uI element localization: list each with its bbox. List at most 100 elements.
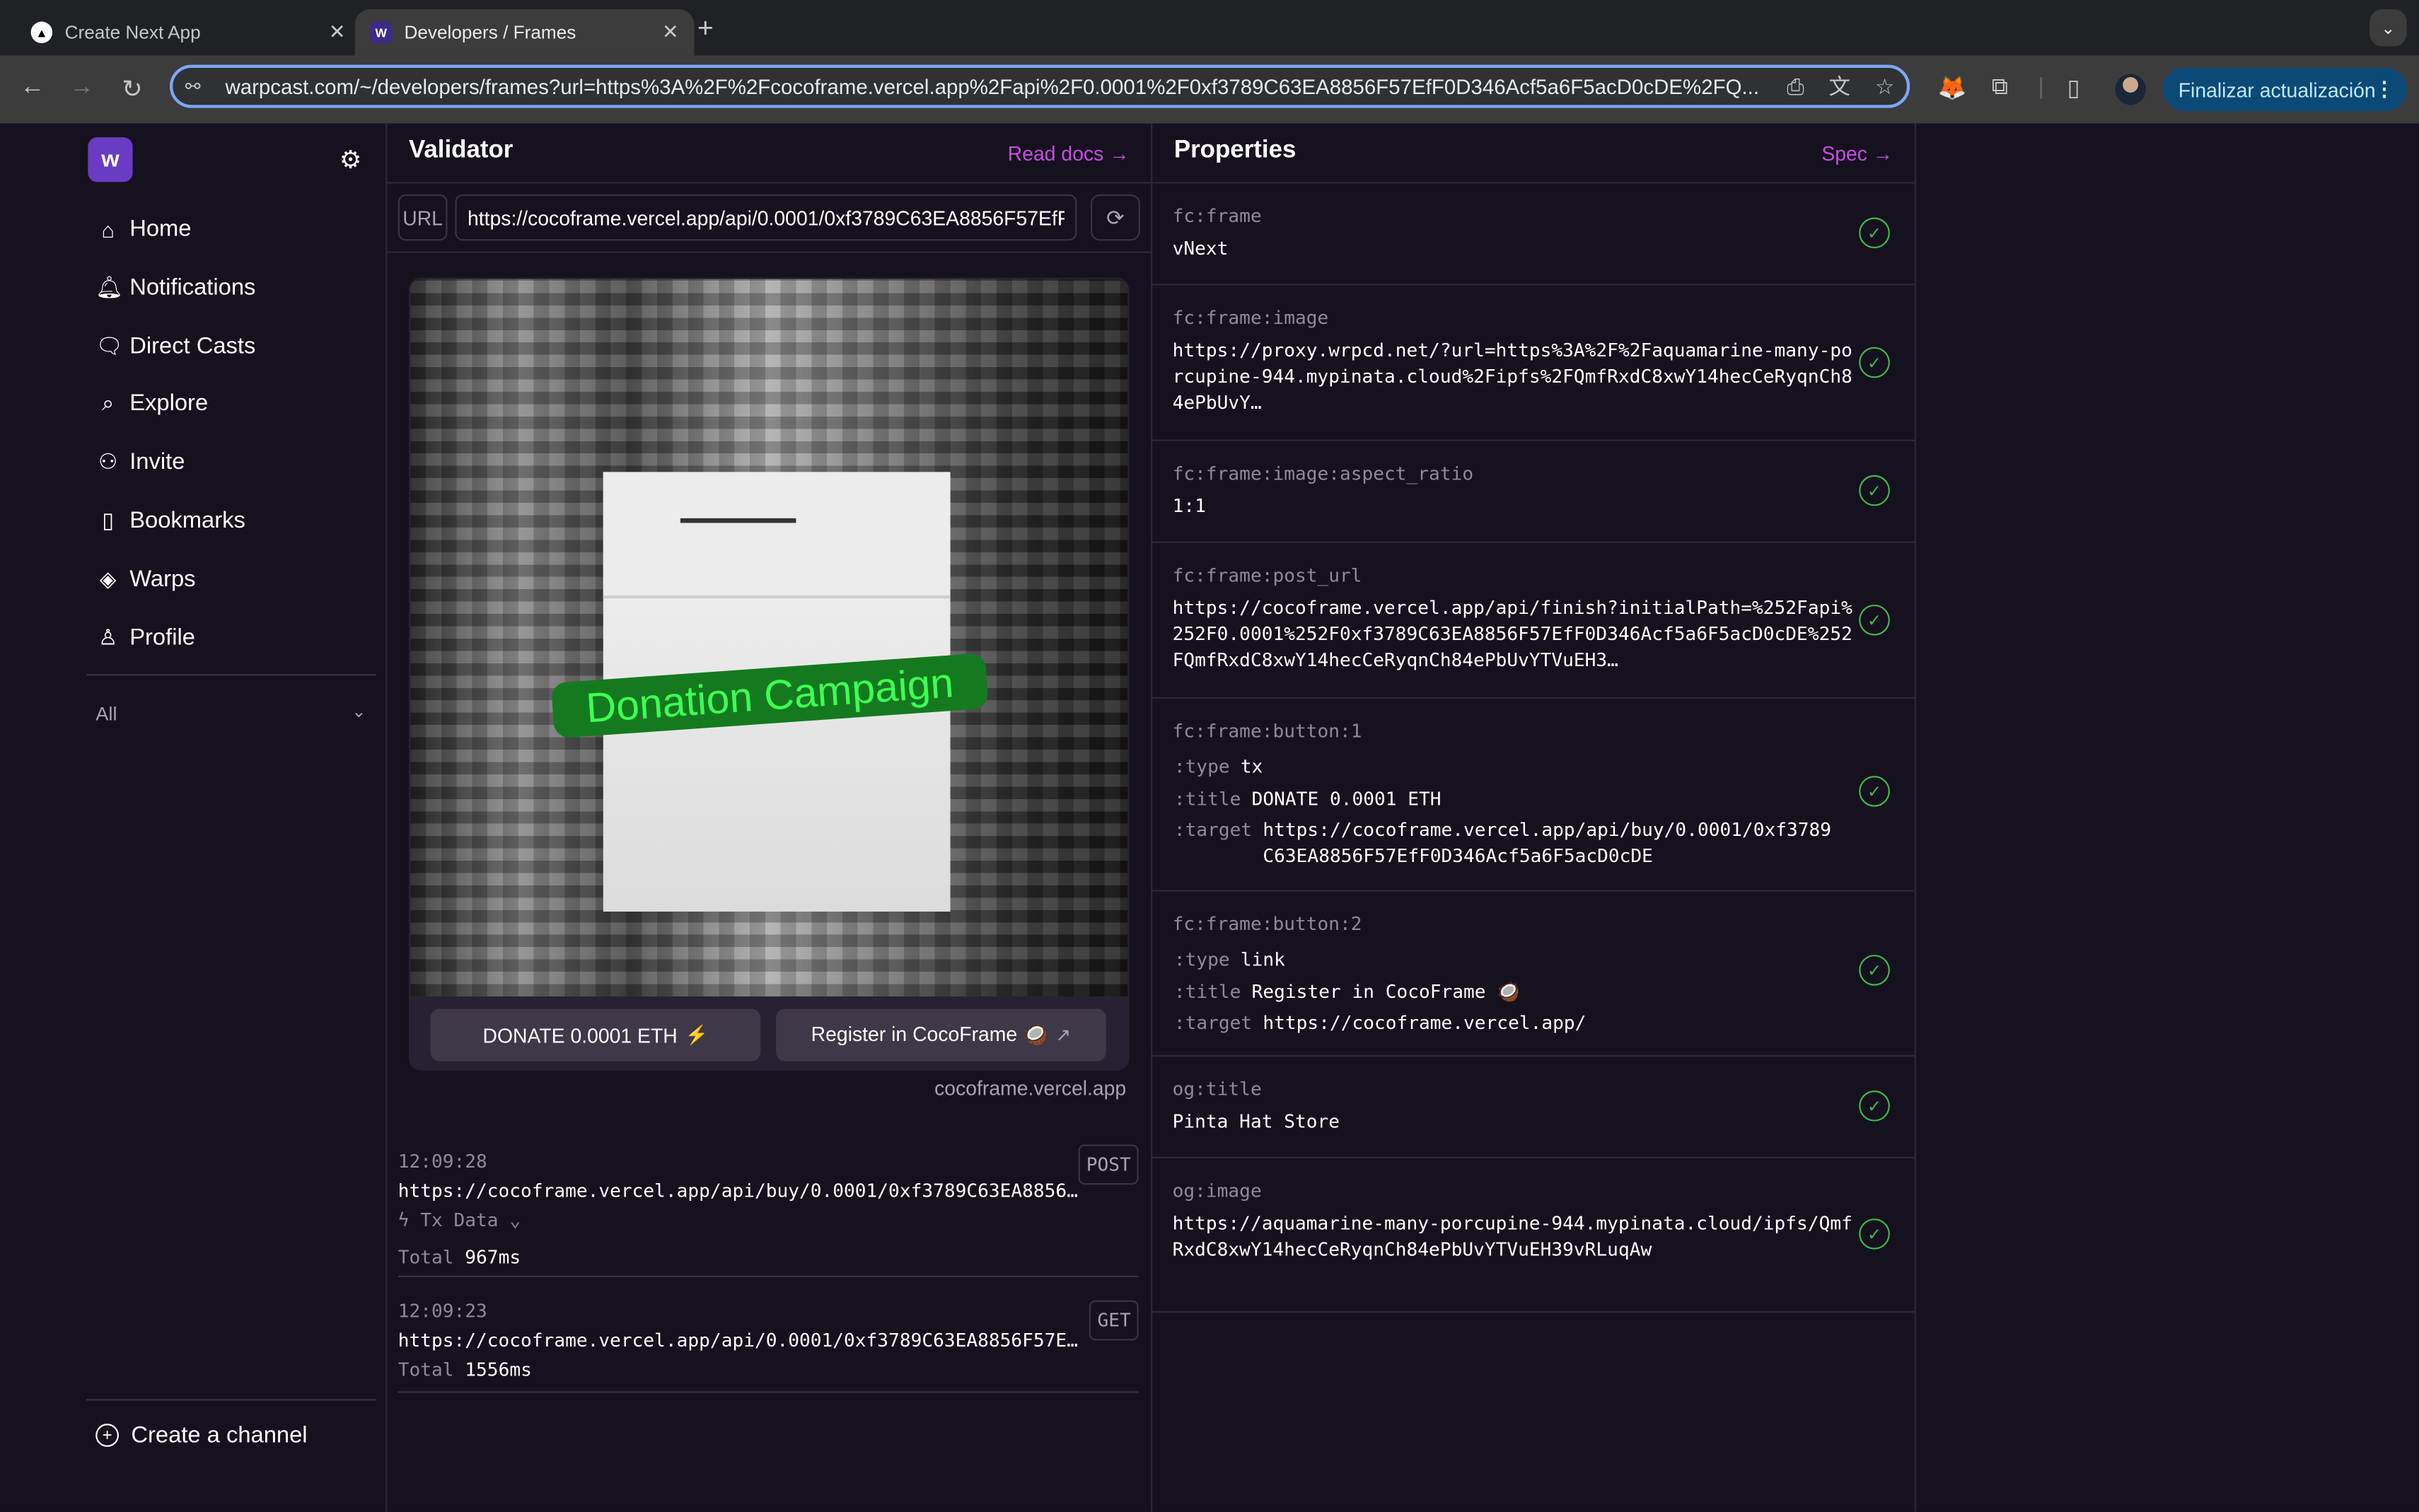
property-row: fc:frame vNext ✓ bbox=[1152, 184, 1915, 286]
request-total: Total 967ms bbox=[398, 1246, 1139, 1268]
log-divider bbox=[398, 1275, 1139, 1277]
sidebar-item-label: Warps bbox=[129, 566, 196, 593]
warpcast-logo[interactable]: w bbox=[88, 137, 133, 182]
check-circle-icon: ✓ bbox=[1859, 955, 1890, 986]
metamask-extension-icon[interactable]: 🦊 bbox=[1937, 74, 1966, 102]
method-badge: POST bbox=[1078, 1144, 1139, 1185]
lightning-icon: ⚡ bbox=[685, 1024, 709, 1046]
total-label: Total bbox=[398, 1246, 454, 1268]
sub-key: :type bbox=[1173, 755, 1230, 778]
forward-icon[interactable]: → bbox=[69, 74, 94, 102]
channel-filter[interactable]: All bbox=[95, 704, 117, 726]
method-badge: GET bbox=[1089, 1300, 1139, 1341]
tx-data-toggle[interactable]: ϟ Tx Data ⌄ bbox=[398, 1209, 1139, 1231]
reload-icon[interactable]: ↻ bbox=[122, 74, 142, 105]
property-key: fc:frame:image bbox=[1172, 307, 1329, 329]
warps-icon: ◈ bbox=[99, 566, 117, 591]
property-key: fc:frame:button:1 bbox=[1172, 720, 1362, 743]
plus-circle-icon: + bbox=[95, 1424, 119, 1447]
request-url: https://cocoframe.vercel.app/api/0.0001/… bbox=[398, 1330, 1085, 1351]
sub-key: :title bbox=[1173, 787, 1241, 809]
sub-value: DONATE 0.0001 ETH bbox=[1251, 787, 1441, 809]
sub-key: :target bbox=[1173, 1011, 1253, 1034]
chevron-down-icon[interactable]: ⌄ bbox=[352, 702, 366, 722]
tab-create-next-app[interactable]: ▲ Create Next App ✕ bbox=[16, 9, 361, 55]
sidebar-item-label: Invite bbox=[129, 448, 185, 475]
sidebar-item-label: Direct Casts bbox=[129, 333, 256, 360]
check-circle-icon: ✓ bbox=[1859, 475, 1890, 506]
extensions-puzzle-icon[interactable]: ⧉ bbox=[1992, 74, 2008, 100]
sidebar-item-explore[interactable]: ⌕ Explore bbox=[95, 390, 208, 417]
address-url[interactable]: warpcast.com/~/developers/frames?url=htt… bbox=[225, 75, 1774, 98]
frame-url-input[interactable] bbox=[455, 194, 1077, 241]
sidebar-item-profile[interactable]: ♙ Profile bbox=[95, 624, 195, 651]
sidebar: w ⚙ ⌂ Home 🔔︎ Notifications 🗨︎ Direct Casts… bbox=[0, 123, 388, 1512]
property-value: vNext bbox=[1172, 237, 1229, 260]
sub-key: :type bbox=[1173, 948, 1230, 970]
check-circle-icon: ✓ bbox=[1859, 1091, 1890, 1122]
spec-link[interactable]: Spec → bbox=[1821, 142, 1893, 165]
bookmark-icon: ▯ bbox=[102, 507, 115, 533]
new-tab-button[interactable]: + bbox=[697, 12, 714, 45]
lightning-icon: ϟ bbox=[398, 1209, 421, 1231]
gear-icon[interactable]: ⚙ bbox=[340, 145, 361, 176]
request-log-item[interactable]: 12:09:23 https://cocoframe.vercel.app/ap… bbox=[398, 1300, 1139, 1381]
create-channel-button[interactable]: + Create a channel bbox=[95, 1422, 308, 1448]
frame-button-label: DONATE 0.0001 ETH bbox=[482, 1023, 678, 1047]
side-panel-icon[interactable]: ▯ bbox=[2067, 74, 2080, 102]
sidebar-item-label: Profile bbox=[129, 624, 195, 651]
home-icon: ⌂ bbox=[101, 216, 115, 242]
request-log-item[interactable]: 12:09:28 https://cocoframe.vercel.app/ap… bbox=[398, 1144, 1139, 1268]
property-row: fc:frame:image:aspect_ratio 1:1 ✓ bbox=[1152, 441, 1915, 543]
translate-icon[interactable]: 文 bbox=[1829, 71, 1851, 102]
sidebar-item-warps[interactable]: ◈ Warps bbox=[95, 566, 196, 593]
frame-button-donate[interactable]: DONATE 0.0001 ETH ⚡ bbox=[430, 1008, 761, 1062]
sidebar-divider bbox=[86, 1399, 377, 1401]
total-value: 1556ms bbox=[465, 1359, 532, 1381]
toolbar-divider: | bbox=[2038, 74, 2044, 100]
back-icon[interactable]: ← bbox=[20, 74, 45, 102]
finish-update-button[interactable]: Finalizar actualización ⋮ bbox=[2162, 67, 2407, 112]
search-icon: ⌕ bbox=[102, 390, 115, 415]
properties-panel: Properties Spec → fc:frame vNext ✓ fc:fr… bbox=[1152, 123, 1916, 1512]
url-label: URL bbox=[398, 194, 448, 241]
close-tab-icon[interactable]: ✕ bbox=[662, 20, 679, 45]
sidebar-item-invite[interactable]: ⚇ Invite bbox=[95, 449, 185, 475]
sidebar-item-bookmarks[interactable]: ▯ Bookmarks bbox=[95, 508, 245, 534]
frame-button-register[interactable]: Register in CocoFrame 🥥 ↗ bbox=[776, 1008, 1106, 1062]
bell-icon: 🔔︎ bbox=[95, 274, 124, 300]
property-row: fc:frame:button:1 :type tx :title DONATE 0… bbox=[1152, 699, 1915, 892]
tab-developers-frames[interactable]: W Developers / Frames ✕ bbox=[354, 9, 695, 56]
validator-header: Validator Read docs → bbox=[387, 123, 1152, 184]
site-info-icon[interactable]: ⚯ bbox=[185, 76, 213, 98]
property-key: fc:frame bbox=[1172, 205, 1262, 227]
check-circle-icon: ✓ bbox=[1859, 217, 1890, 249]
profile-avatar[interactable] bbox=[2115, 74, 2146, 105]
close-tab-icon[interactable]: ✕ bbox=[329, 20, 346, 45]
sub-value: https://cocoframe.vercel.app/ bbox=[1263, 1011, 1586, 1034]
refresh-icon[interactable]: ⟳ bbox=[1091, 194, 1140, 241]
frame-image[interactable]: Donation Campaign bbox=[410, 279, 1128, 996]
property-row: og:title Pinta Hat Store ✓ bbox=[1152, 1057, 1915, 1159]
tab-search-button[interactable]: ⌄ bbox=[2369, 9, 2407, 47]
more-menu-icon[interactable]: ⋮ bbox=[2374, 77, 2394, 102]
tab-title: Create Next App bbox=[64, 21, 201, 44]
total-value: 967ms bbox=[465, 1246, 521, 1268]
browser-toolbar: ← → ↻ ⚯ warpcast.com/~/developers/frames… bbox=[0, 55, 2419, 124]
bookmark-star-icon[interactable]: ☆ bbox=[1875, 74, 1894, 100]
sidebar-item-notifications[interactable]: 🔔︎ Notifications bbox=[95, 274, 255, 301]
sub-key: :title bbox=[1173, 980, 1241, 1002]
sidebar-item-label: Home bbox=[129, 216, 192, 243]
read-docs-link[interactable]: Read docs → bbox=[1008, 142, 1130, 165]
sidebar-divider bbox=[86, 674, 377, 676]
sidebar-item-direct-casts[interactable]: 🗨︎ Direct Casts bbox=[95, 333, 255, 359]
property-key: fc:frame:post_url bbox=[1172, 564, 1362, 586]
property-sub-values: :type link :title Register in CocoFrame 🥥 … bbox=[1152, 944, 1839, 1039]
request-time: 12:09:28 bbox=[398, 1151, 487, 1173]
install-app-icon[interactable]: ⎙ bbox=[1787, 74, 1804, 100]
check-circle-icon: ✓ bbox=[1859, 776, 1890, 807]
request-time: 12:09:23 bbox=[398, 1300, 487, 1322]
sidebar-item-home[interactable]: ⌂ Home bbox=[95, 216, 191, 242]
address-bar[interactable]: ⚯ warpcast.com/~/developers/frames?url=h… bbox=[169, 64, 1910, 108]
sub-value: Register in CocoFrame 🥥 bbox=[1251, 980, 1520, 1002]
